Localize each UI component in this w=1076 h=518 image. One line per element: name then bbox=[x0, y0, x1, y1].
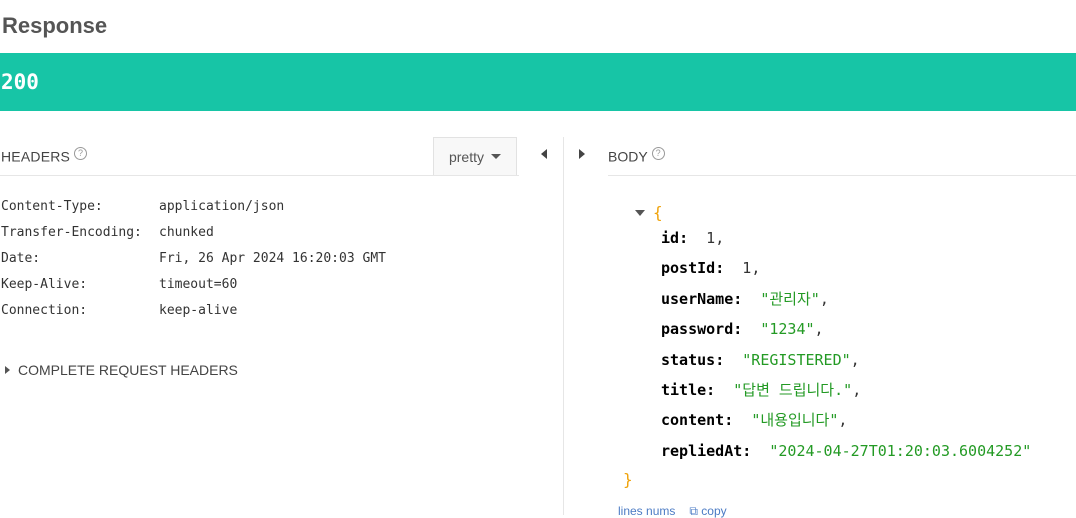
header-name: Connection: bbox=[1, 303, 88, 318]
json-key: postId bbox=[661, 259, 716, 277]
json-key: userName bbox=[661, 290, 734, 308]
body-heading-label: BODY bbox=[608, 148, 648, 165]
json-value: 1 bbox=[742, 259, 752, 277]
copy-icon: ⧉ bbox=[689, 504, 698, 518]
header-name: Keep-Alive: bbox=[1, 277, 88, 292]
header-value: keep-alive bbox=[159, 303, 238, 318]
json-key: id bbox=[661, 229, 680, 247]
json-key: repliedAt bbox=[661, 442, 743, 460]
table-row: Date: Fri, 26 Apr 2024 16:20:03 GMT bbox=[1, 250, 386, 276]
header-value: timeout=60 bbox=[159, 277, 238, 292]
json-field: status: "REGISTERED", bbox=[661, 351, 860, 369]
format-select[interactable]: pretty bbox=[433, 137, 517, 175]
header-value: application/json bbox=[159, 199, 285, 214]
headers-table: Content-Type: application/json Transfer-… bbox=[1, 198, 386, 328]
status-code: 200 bbox=[1, 70, 39, 94]
headers-heading: HEADERS? bbox=[1, 147, 88, 165]
collapse-left-icon[interactable] bbox=[541, 149, 547, 159]
complete-request-headers-label: COMPLETE REQUEST HEADERS bbox=[18, 362, 238, 378]
close-brace: } bbox=[623, 470, 633, 489]
json-key: password bbox=[661, 320, 734, 338]
headers-heading-label: HEADERS bbox=[1, 148, 71, 165]
table-row: Keep-Alive: timeout=60 bbox=[1, 276, 386, 302]
caret-right-icon bbox=[5, 366, 10, 374]
collapse-caret-icon[interactable] bbox=[635, 209, 645, 216]
json-key: content bbox=[661, 411, 725, 429]
header-name: Date: bbox=[1, 251, 41, 266]
json-value: "답변 드립니다." bbox=[733, 381, 853, 399]
header-name: Transfer-Encoding: bbox=[1, 225, 142, 240]
json-field: id: 1, bbox=[661, 229, 725, 247]
json-value: "2024-04-27T01:20:03.6004252" bbox=[769, 442, 1032, 460]
header-value: Fri, 26 Apr 2024 16:20:03 GMT bbox=[159, 251, 386, 266]
body-heading: BODY? bbox=[608, 147, 665, 165]
json-value: "관리자" bbox=[760, 290, 820, 308]
expand-right-icon[interactable] bbox=[579, 149, 585, 159]
complete-request-headers-toggle[interactable]: COMPLETE REQUEST HEADERS bbox=[5, 362, 238, 378]
json-field: title: "답변 드립니다.", bbox=[661, 381, 862, 399]
json-value: 1 bbox=[706, 229, 716, 247]
json-value: "REGISTERED" bbox=[742, 351, 851, 369]
copy-label: copy bbox=[701, 504, 727, 518]
table-row: Content-Type: application/json bbox=[1, 198, 386, 224]
format-select-value: pretty bbox=[448, 148, 484, 165]
json-field: password: "1234", bbox=[661, 320, 824, 338]
header-name: Content-Type: bbox=[1, 199, 103, 214]
help-icon[interactable]: ? bbox=[651, 147, 665, 160]
json-field: postId: 1, bbox=[661, 259, 761, 277]
json-field: repliedAt: "2024-04-27T01:20:03.6004252" bbox=[661, 442, 1032, 460]
json-value: "1234" bbox=[760, 320, 815, 338]
json-root: { bbox=[635, 203, 663, 222]
pane-divider[interactable] bbox=[563, 137, 564, 515]
json-field: userName: "관리자", bbox=[661, 290, 829, 308]
json-key: status bbox=[661, 351, 716, 369]
copy-link[interactable]: ⧉ copy bbox=[689, 505, 726, 517]
help-icon[interactable]: ? bbox=[74, 147, 88, 160]
panel-title: Response bbox=[2, 13, 108, 38]
body-divider bbox=[608, 175, 1076, 176]
table-row: Connection: keep-alive bbox=[1, 302, 386, 328]
open-brace: { bbox=[653, 203, 663, 222]
json-value: "내용입니다" bbox=[751, 411, 839, 429]
body-footer: lines nums ⧉ copy bbox=[618, 505, 727, 517]
header-value: chunked bbox=[159, 225, 214, 240]
line-nums-link[interactable]: lines nums bbox=[618, 505, 675, 517]
table-row: Transfer-Encoding: chunked bbox=[1, 224, 386, 250]
status-bar: 200 bbox=[0, 53, 1076, 111]
headers-divider bbox=[0, 175, 519, 176]
chevron-down-icon bbox=[491, 154, 501, 159]
json-key: title bbox=[661, 381, 707, 399]
json-field: content: "내용입니다", bbox=[661, 411, 848, 429]
